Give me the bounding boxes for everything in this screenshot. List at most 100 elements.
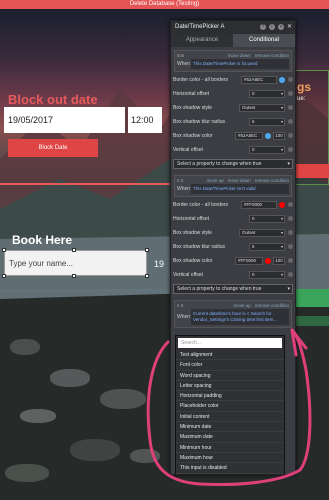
remove-property-icon[interactable] <box>288 105 293 110</box>
move-up-link[interactable]: move up <box>206 178 223 183</box>
color-input[interactable]: #FF0000 <box>235 256 263 265</box>
dropdown-option[interactable]: Text alignment <box>176 350 284 361</box>
dropdown-option[interactable]: Initial content <box>176 412 284 423</box>
move-down-link[interactable]: move down <box>228 53 251 58</box>
number-input[interactable]: 6 ▾ <box>249 117 285 126</box>
panel-tabs: Appearance Conditional <box>171 34 295 47</box>
right-small-text: ue: <box>297 96 306 102</box>
remove-property-icon[interactable] <box>288 77 293 82</box>
property-row: Vertical offset 0 ▾ <box>171 268 295 281</box>
dropdown-option[interactable]: This input is disabled <box>176 463 284 474</box>
chevron-down-icon: ▾ <box>280 146 283 152</box>
dropdown-option[interactable]: Minimum hour <box>176 443 284 453</box>
number-input[interactable]: 6 ▾ <box>249 242 285 251</box>
date-field[interactable]: 19/05/2017 <box>4 107 125 133</box>
when-expression[interactable]: This Date/TimePicker isn't valid <box>191 184 289 194</box>
when-expression[interactable]: Current date/time's hour is < Search for… <box>191 309 289 325</box>
remove-property-icon[interactable] <box>288 216 293 221</box>
block-out-date-title: Block out date <box>8 92 98 107</box>
add-property-select[interactable]: Select a property to change when true ▾ <box>173 284 293 294</box>
remove-property-icon[interactable] <box>288 133 293 138</box>
right-red-button[interactable] <box>291 164 329 178</box>
name-input[interactable]: Type your name... <box>4 250 147 276</box>
property-label: Border color - all borders <box>173 76 229 83</box>
chevron-down-icon: ▾ <box>280 215 283 221</box>
selection-handle[interactable] <box>72 248 76 252</box>
help-icon[interactable]: ? <box>259 24 266 30</box>
selection-handle[interactable] <box>2 274 6 278</box>
info-icon[interactable]: i <box>268 24 275 30</box>
number-input[interactable]: 0 ▾ <box>249 270 285 279</box>
color-input[interactable]: #52A8EC <box>235 131 263 140</box>
opacity-input[interactable]: 100 <box>273 256 285 265</box>
color-swatch[interactable] <box>279 76 285 83</box>
dropdown-option[interactable]: Horizontal padding <box>176 391 284 402</box>
dropdown-option[interactable]: Maximum hour <box>176 453 284 464</box>
when-label: When <box>177 61 191 67</box>
remove-condition-link[interactable]: remove condition <box>255 53 289 58</box>
color-swatch[interactable] <box>265 257 271 264</box>
selection-handle[interactable] <box>2 248 6 252</box>
dropdown-option[interactable]: Placeholder color <box>176 401 284 412</box>
rock <box>5 464 49 482</box>
add-property-select[interactable]: Select a property to change when true ▾ <box>173 159 293 169</box>
number-input[interactable]: 0 ▾ <box>249 89 285 98</box>
dropdown-option[interactable]: Word spacing <box>176 371 284 381</box>
remove-property-icon[interactable] <box>288 202 293 207</box>
remove-property-icon[interactable] <box>288 91 293 96</box>
style-select[interactable]: Outset ▾ <box>239 228 285 237</box>
dropdown-search-input[interactable]: Search... <box>178 338 282 348</box>
number-value: 6 <box>252 118 255 124</box>
remove-property-icon[interactable] <box>288 230 293 235</box>
time-field[interactable]: 12:00 <box>128 107 162 133</box>
number-input[interactable]: 0 ▾ <box>249 214 285 223</box>
style-select[interactable]: Outset ▾ <box>239 103 285 112</box>
panel-header: Date/TimePicker A ? i • ✕ <box>171 21 295 34</box>
remove-property-icon[interactable] <box>288 258 293 263</box>
dropdown-option[interactable]: Letter spacing <box>176 381 284 392</box>
dropdown-option[interactable]: Minimum date <box>176 422 284 433</box>
move-up-link[interactable]: move up <box>233 303 250 308</box>
remove-condition-link[interactable]: remove condition <box>255 178 289 183</box>
remove-property-icon[interactable] <box>288 272 293 277</box>
color-swatch[interactable] <box>279 201 285 208</box>
dropdown-option[interactable]: Font color <box>176 360 284 371</box>
property-label: Horizontal offset <box>173 90 210 97</box>
rock <box>10 339 40 355</box>
property-row: Box shadow blur radius 6 ▾ <box>171 115 295 128</box>
color-input[interactable]: #52A8EC <box>241 75 277 84</box>
property-row: Vertical offset 0 ▾ <box>171 143 295 156</box>
color-input[interactable]: #FF0000 <box>241 200 277 209</box>
remove-condition-link[interactable]: remove condition <box>255 303 289 308</box>
selection-handle[interactable] <box>72 274 76 278</box>
property-label: Box shadow blur radius <box>173 118 225 125</box>
number-input[interactable]: 0 ▾ <box>249 145 285 154</box>
remove-property-icon[interactable] <box>288 147 293 152</box>
tab-appearance[interactable]: Appearance <box>171 34 233 47</box>
move-down-link[interactable]: move down <box>228 178 251 183</box>
rock <box>100 389 146 409</box>
property-row: Horizontal offset 0 ▾ <box>171 87 295 100</box>
property-row: Box shadow color #FF0000 100 <box>171 254 295 267</box>
when-expression[interactable]: This Date/TimePicker is focused <box>191 59 289 69</box>
select-placeholder: Select a property to change when true <box>177 161 262 167</box>
selection-handle[interactable] <box>145 274 149 278</box>
property-label: Border color - all borders <box>173 201 229 208</box>
block-date-button[interactable]: Block Date <box>8 139 98 157</box>
rock <box>130 449 160 463</box>
selection-handle[interactable] <box>145 248 149 252</box>
color-swatch[interactable] <box>265 132 271 139</box>
window-title: Delete Database (Testing) <box>129 1 200 7</box>
remove-property-icon[interactable] <box>288 244 293 249</box>
partial-date-text: 19 <box>154 259 165 269</box>
opacity-input[interactable]: 100 <box>273 131 285 140</box>
dropdown-option[interactable]: Maximum date <box>176 432 284 443</box>
property-label: Horizontal offset <box>173 215 210 222</box>
remove-property-icon[interactable] <box>288 119 293 124</box>
tab-conditional[interactable]: Conditional <box>233 34 295 47</box>
number-value: 0 <box>252 90 255 96</box>
settings-icon[interactable]: • <box>277 24 284 30</box>
property-dropdown: Search... Text alignment Font color Word… <box>175 335 285 474</box>
select-placeholder: Select a property to change when true <box>177 286 262 292</box>
close-icon[interactable]: ✕ <box>287 21 292 34</box>
